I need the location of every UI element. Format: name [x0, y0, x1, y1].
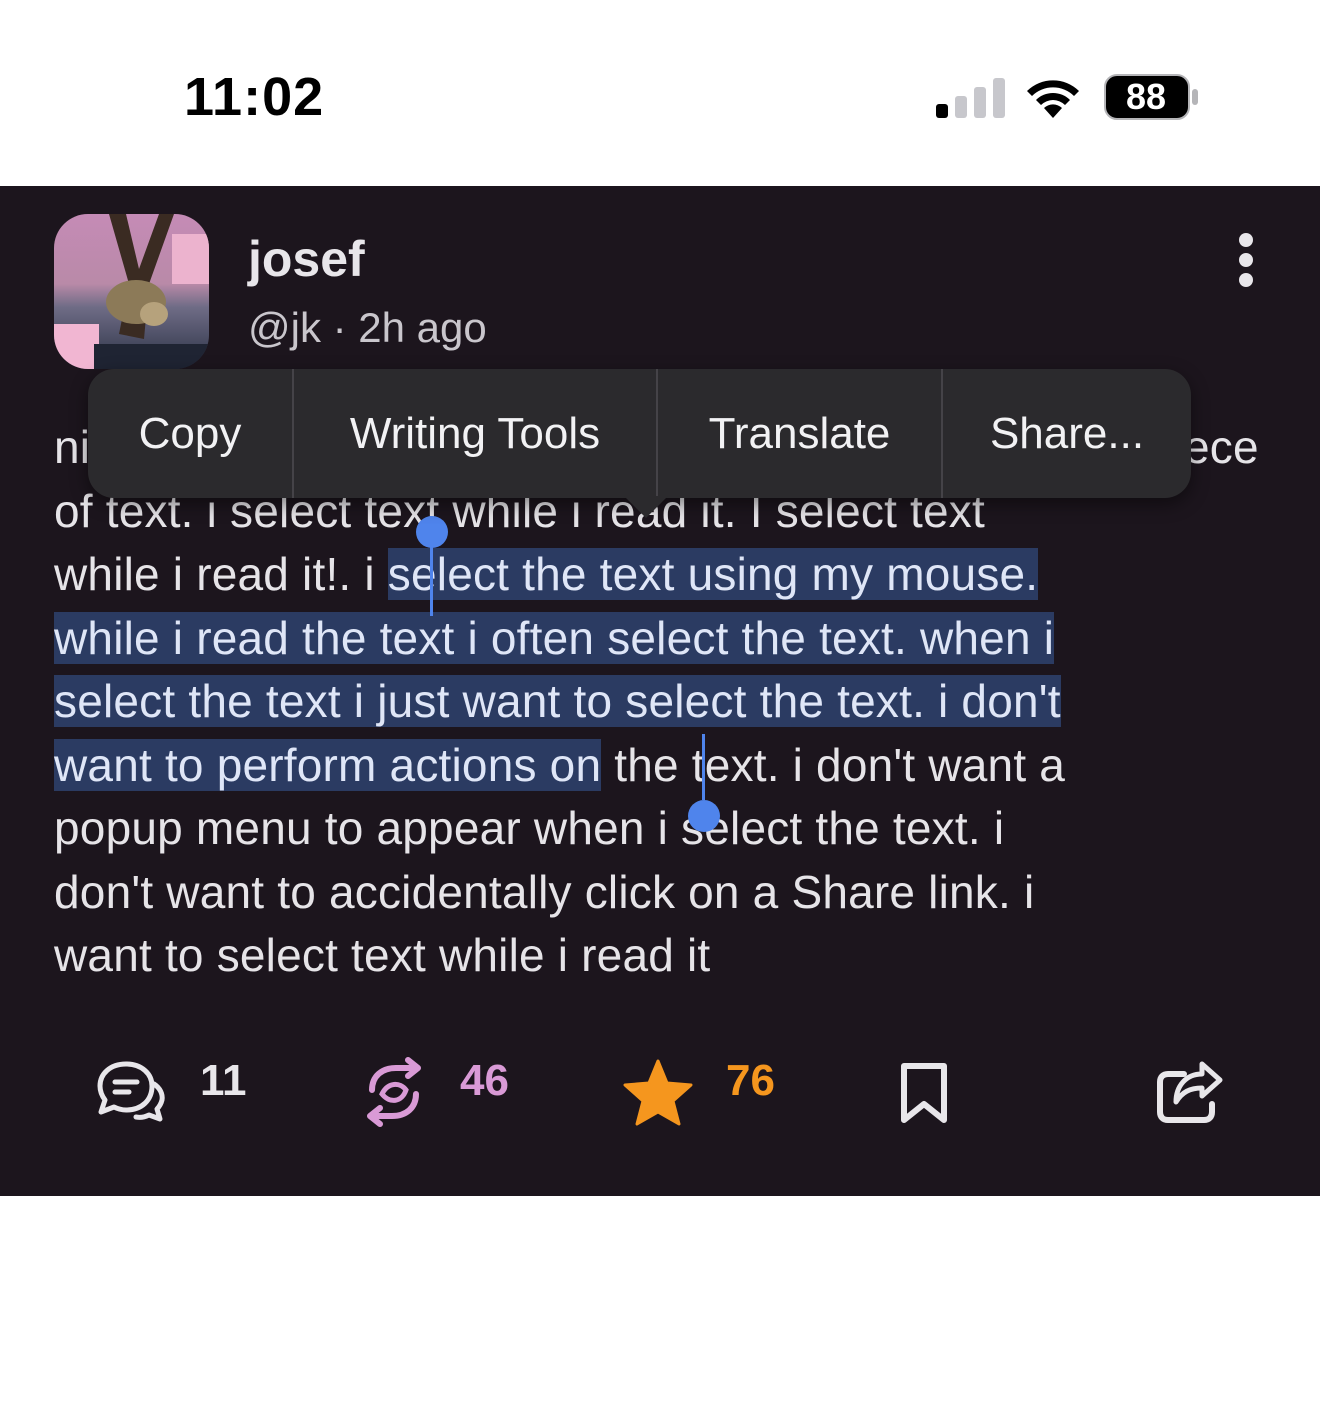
reply-icon[interactable]: [96, 1058, 166, 1124]
text-line: popup menu to appear when i select the t…: [54, 797, 1284, 861]
repost-count: 46: [460, 1056, 509, 1105]
meta-separator: ·: [320, 304, 359, 351]
writing-tools-button[interactable]: Writing Tools: [294, 369, 656, 498]
star-count: 76: [726, 1056, 775, 1105]
text-line: want to select text while i read it: [54, 924, 1284, 988]
repost-icon[interactable]: [358, 1056, 430, 1128]
text-segment: don't want to accidentally click on a Sh…: [54, 865, 1035, 918]
bookmark-icon[interactable]: [898, 1060, 950, 1126]
text-segment: popup menu to appear when i select the t…: [54, 802, 1005, 854]
selected-text: select the text using my mouse.: [387, 548, 1039, 600]
text-segment: want to select text while i read it: [54, 929, 711, 981]
selected-text: want to perform actions on: [54, 738, 602, 791]
text-line: select the text i just want to select th…: [54, 670, 1284, 734]
selection-end-handle-line[interactable]: [702, 734, 705, 800]
text-line-start: ni: [54, 421, 91, 473]
selected-text: while i read the text i often select the…: [54, 611, 1055, 664]
author-name[interactable]: josef: [248, 230, 365, 288]
signal-icon: [936, 78, 1005, 118]
reply-count: 11: [200, 1056, 247, 1105]
text-line: while i read it!. i select the text usin…: [54, 543, 1284, 607]
post-meta: @jk · 2h ago: [248, 304, 487, 352]
post-body[interactable]: ni ece of text. i select text while i re…: [54, 416, 1284, 988]
avatar[interactable]: [54, 214, 209, 369]
selected-text: select the text i just want to select th…: [54, 675, 1061, 727]
text-segment: the text. i don't want a: [601, 738, 1066, 791]
menu-pointer: [624, 496, 668, 518]
text-selection-menu: Copy Writing Tools Translate Share...: [88, 369, 1191, 498]
post-card: josef @jk · 2h ago ni ece of text. i sel…: [0, 186, 1320, 1196]
text-line-end: ece: [1184, 421, 1259, 473]
status-bar: 11:02 88: [0, 0, 1320, 186]
text-line: don't want to accidentally click on a Sh…: [54, 861, 1284, 925]
selection-end-handle[interactable]: [688, 800, 720, 832]
wifi-icon: [1027, 80, 1079, 118]
post-actions: 11 46 76: [0, 1046, 1320, 1146]
share-icon[interactable]: [1156, 1060, 1226, 1124]
text-line: while i read the text i often select the…: [54, 607, 1284, 671]
text-segment: while i read it!. i: [54, 548, 388, 600]
share-button[interactable]: Share...: [943, 369, 1191, 498]
text-line: want to perform actions on the text. i d…: [54, 734, 1284, 798]
star-icon[interactable]: [622, 1058, 694, 1126]
selection-start-handle[interactable]: [416, 516, 448, 548]
post-age: 2h ago: [358, 304, 487, 351]
clock: 11:02: [184, 67, 325, 127]
author-handle[interactable]: @jk: [248, 304, 321, 351]
battery-level: 88: [1125, 76, 1167, 117]
translate-button[interactable]: Translate: [658, 369, 941, 498]
more-icon[interactable]: [1226, 232, 1266, 288]
copy-button[interactable]: Copy: [88, 369, 292, 498]
